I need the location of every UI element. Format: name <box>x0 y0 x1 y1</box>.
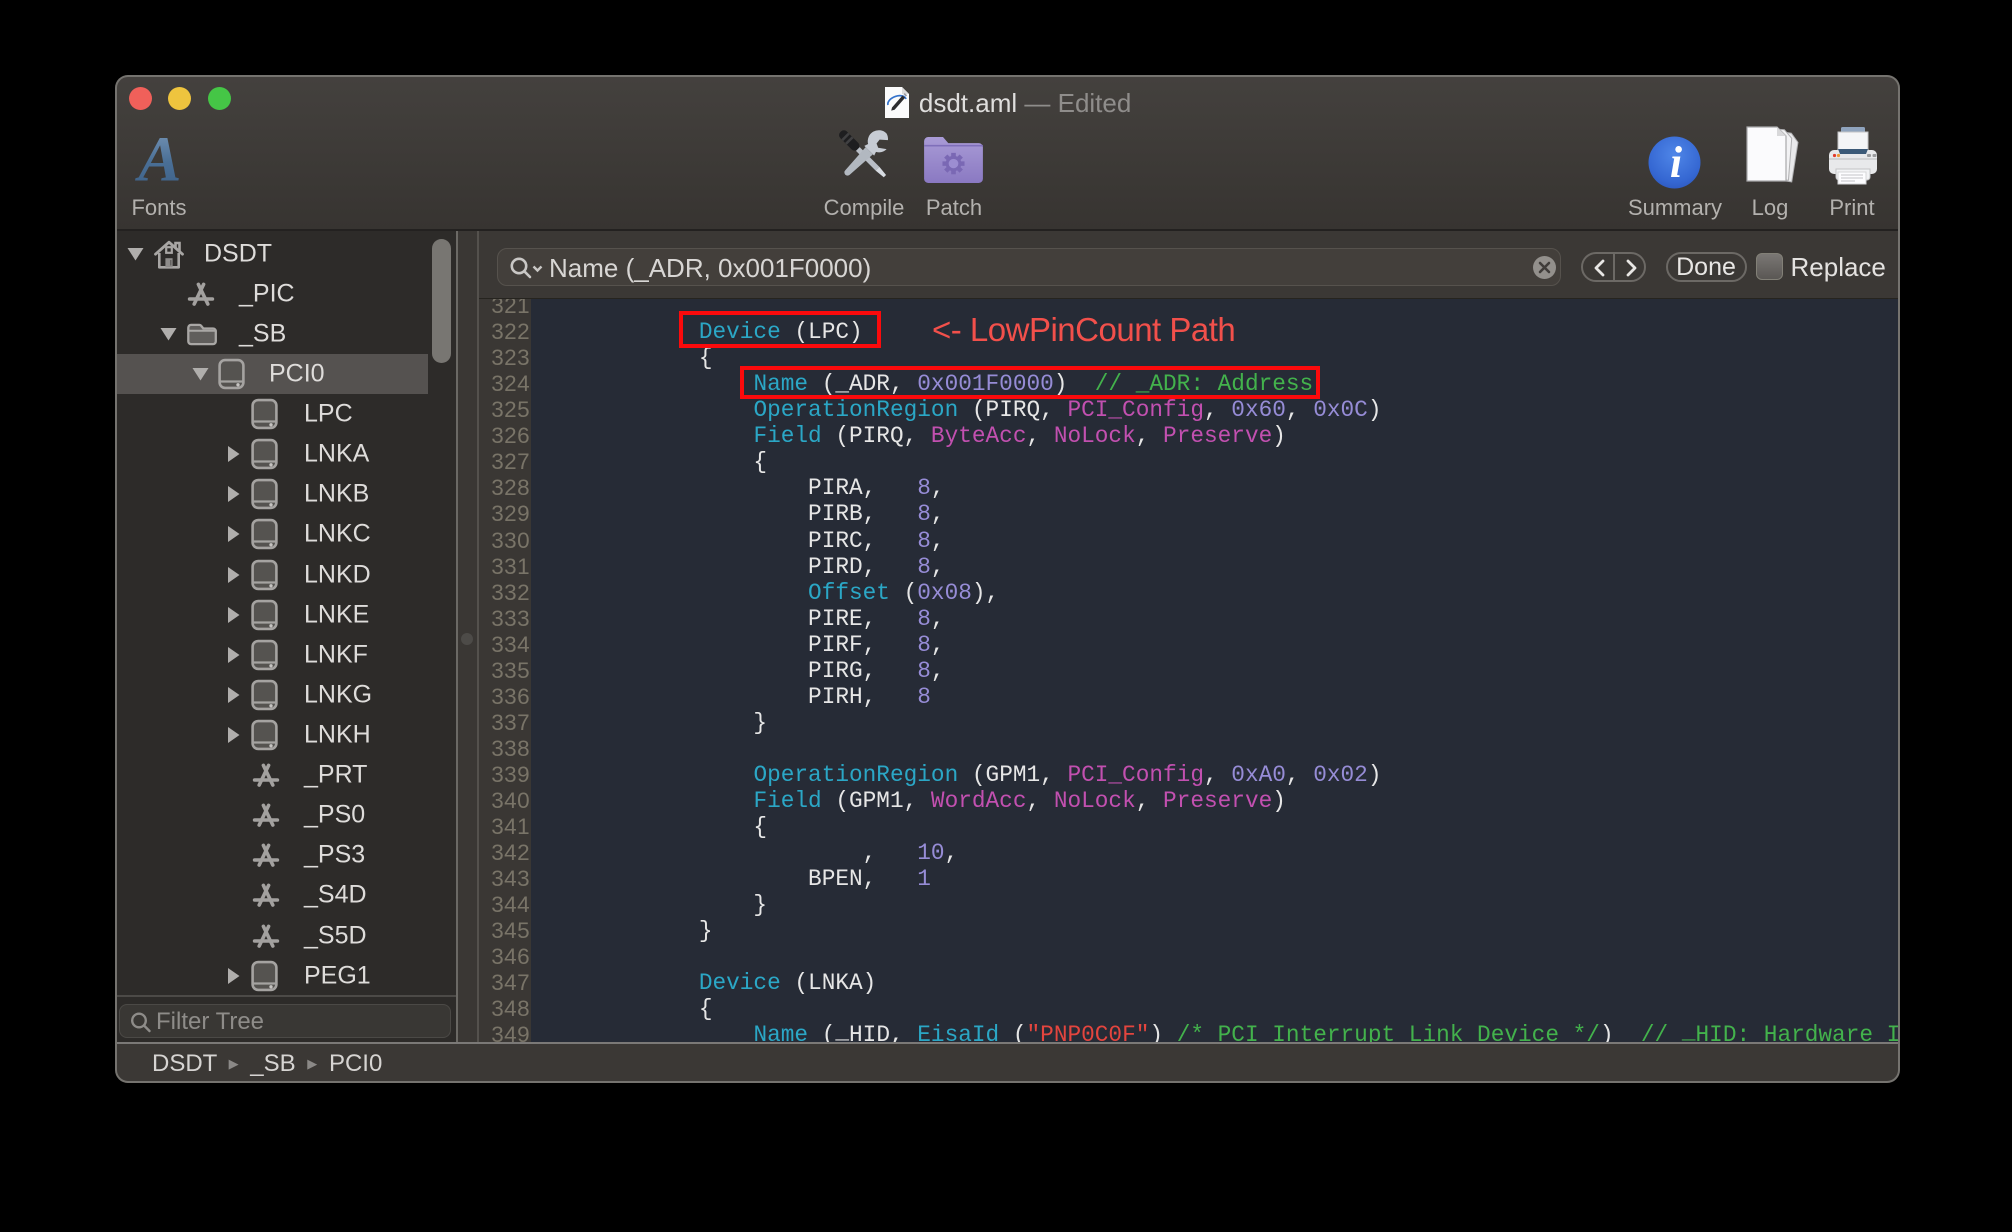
svg-text:A: A <box>135 133 182 189</box>
svg-text:i: i <box>1670 138 1683 187</box>
